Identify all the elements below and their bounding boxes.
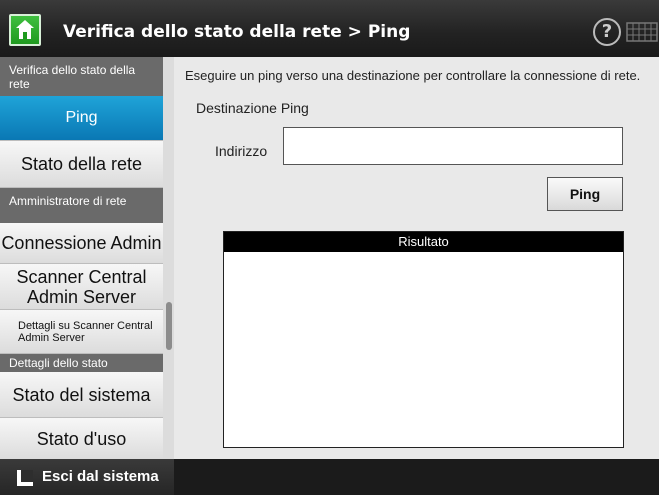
address-input[interactable]: [283, 127, 623, 165]
address-label: Indirizzo: [215, 143, 268, 159]
help-button[interactable]: ?: [593, 18, 621, 46]
result-header: Risultato: [224, 232, 623, 252]
sidebar-item-ping[interactable]: Ping: [0, 96, 163, 141]
logout-label: Esci dal sistema: [42, 468, 159, 485]
keyboard-button[interactable]: [625, 20, 659, 44]
ping-destination-label: Destinazione Ping: [196, 100, 309, 116]
main-panel: Eseguire un ping verso una destinazione …: [174, 57, 659, 459]
bottom-bar: Esci dal sistema: [0, 459, 659, 495]
page-description: Eseguire un ping verso una destinazione …: [185, 68, 641, 83]
sidebar-item-usage-status[interactable]: Stato d'uso: [0, 418, 163, 459]
sidebar-item-scanner-server-details[interactable]: Dettagli su Scanner Central Admin Server: [0, 310, 163, 354]
home-icon: [16, 20, 34, 39]
sidebar-section-status-details: Dettagli dello stato: [0, 354, 163, 372]
logout-icon: [17, 470, 33, 486]
sidebar-item-network-status[interactable]: Stato della rete: [0, 141, 163, 188]
home-button[interactable]: [9, 14, 41, 46]
sidebar-item-scanner-central-admin-server[interactable]: Scanner Central Admin Server: [0, 264, 163, 310]
keyboard-icon: [626, 22, 658, 42]
scrollbar-thumb[interactable]: [166, 302, 172, 350]
logout-button[interactable]: Esci dal sistema: [0, 459, 174, 495]
sidebar-item-system-status[interactable]: Stato del sistema: [0, 372, 163, 418]
top-bar: Verifica dello stato della rete > Ping ?: [0, 0, 659, 57]
sidebar: Verifica dello stato della rete Ping Sta…: [0, 57, 163, 459]
sidebar-scrollbar[interactable]: [163, 57, 174, 459]
sidebar-item-admin-connection[interactable]: Connessione Admin: [0, 223, 163, 264]
page-title: Verifica dello stato della rete > Ping: [63, 22, 411, 42]
sidebar-section-network-check: Verifica dello stato della rete: [0, 57, 163, 96]
result-panel: Risultato: [223, 231, 624, 448]
ping-button[interactable]: Ping: [547, 177, 623, 211]
sidebar-section-network-admin: Amministratore di rete: [0, 188, 163, 223]
